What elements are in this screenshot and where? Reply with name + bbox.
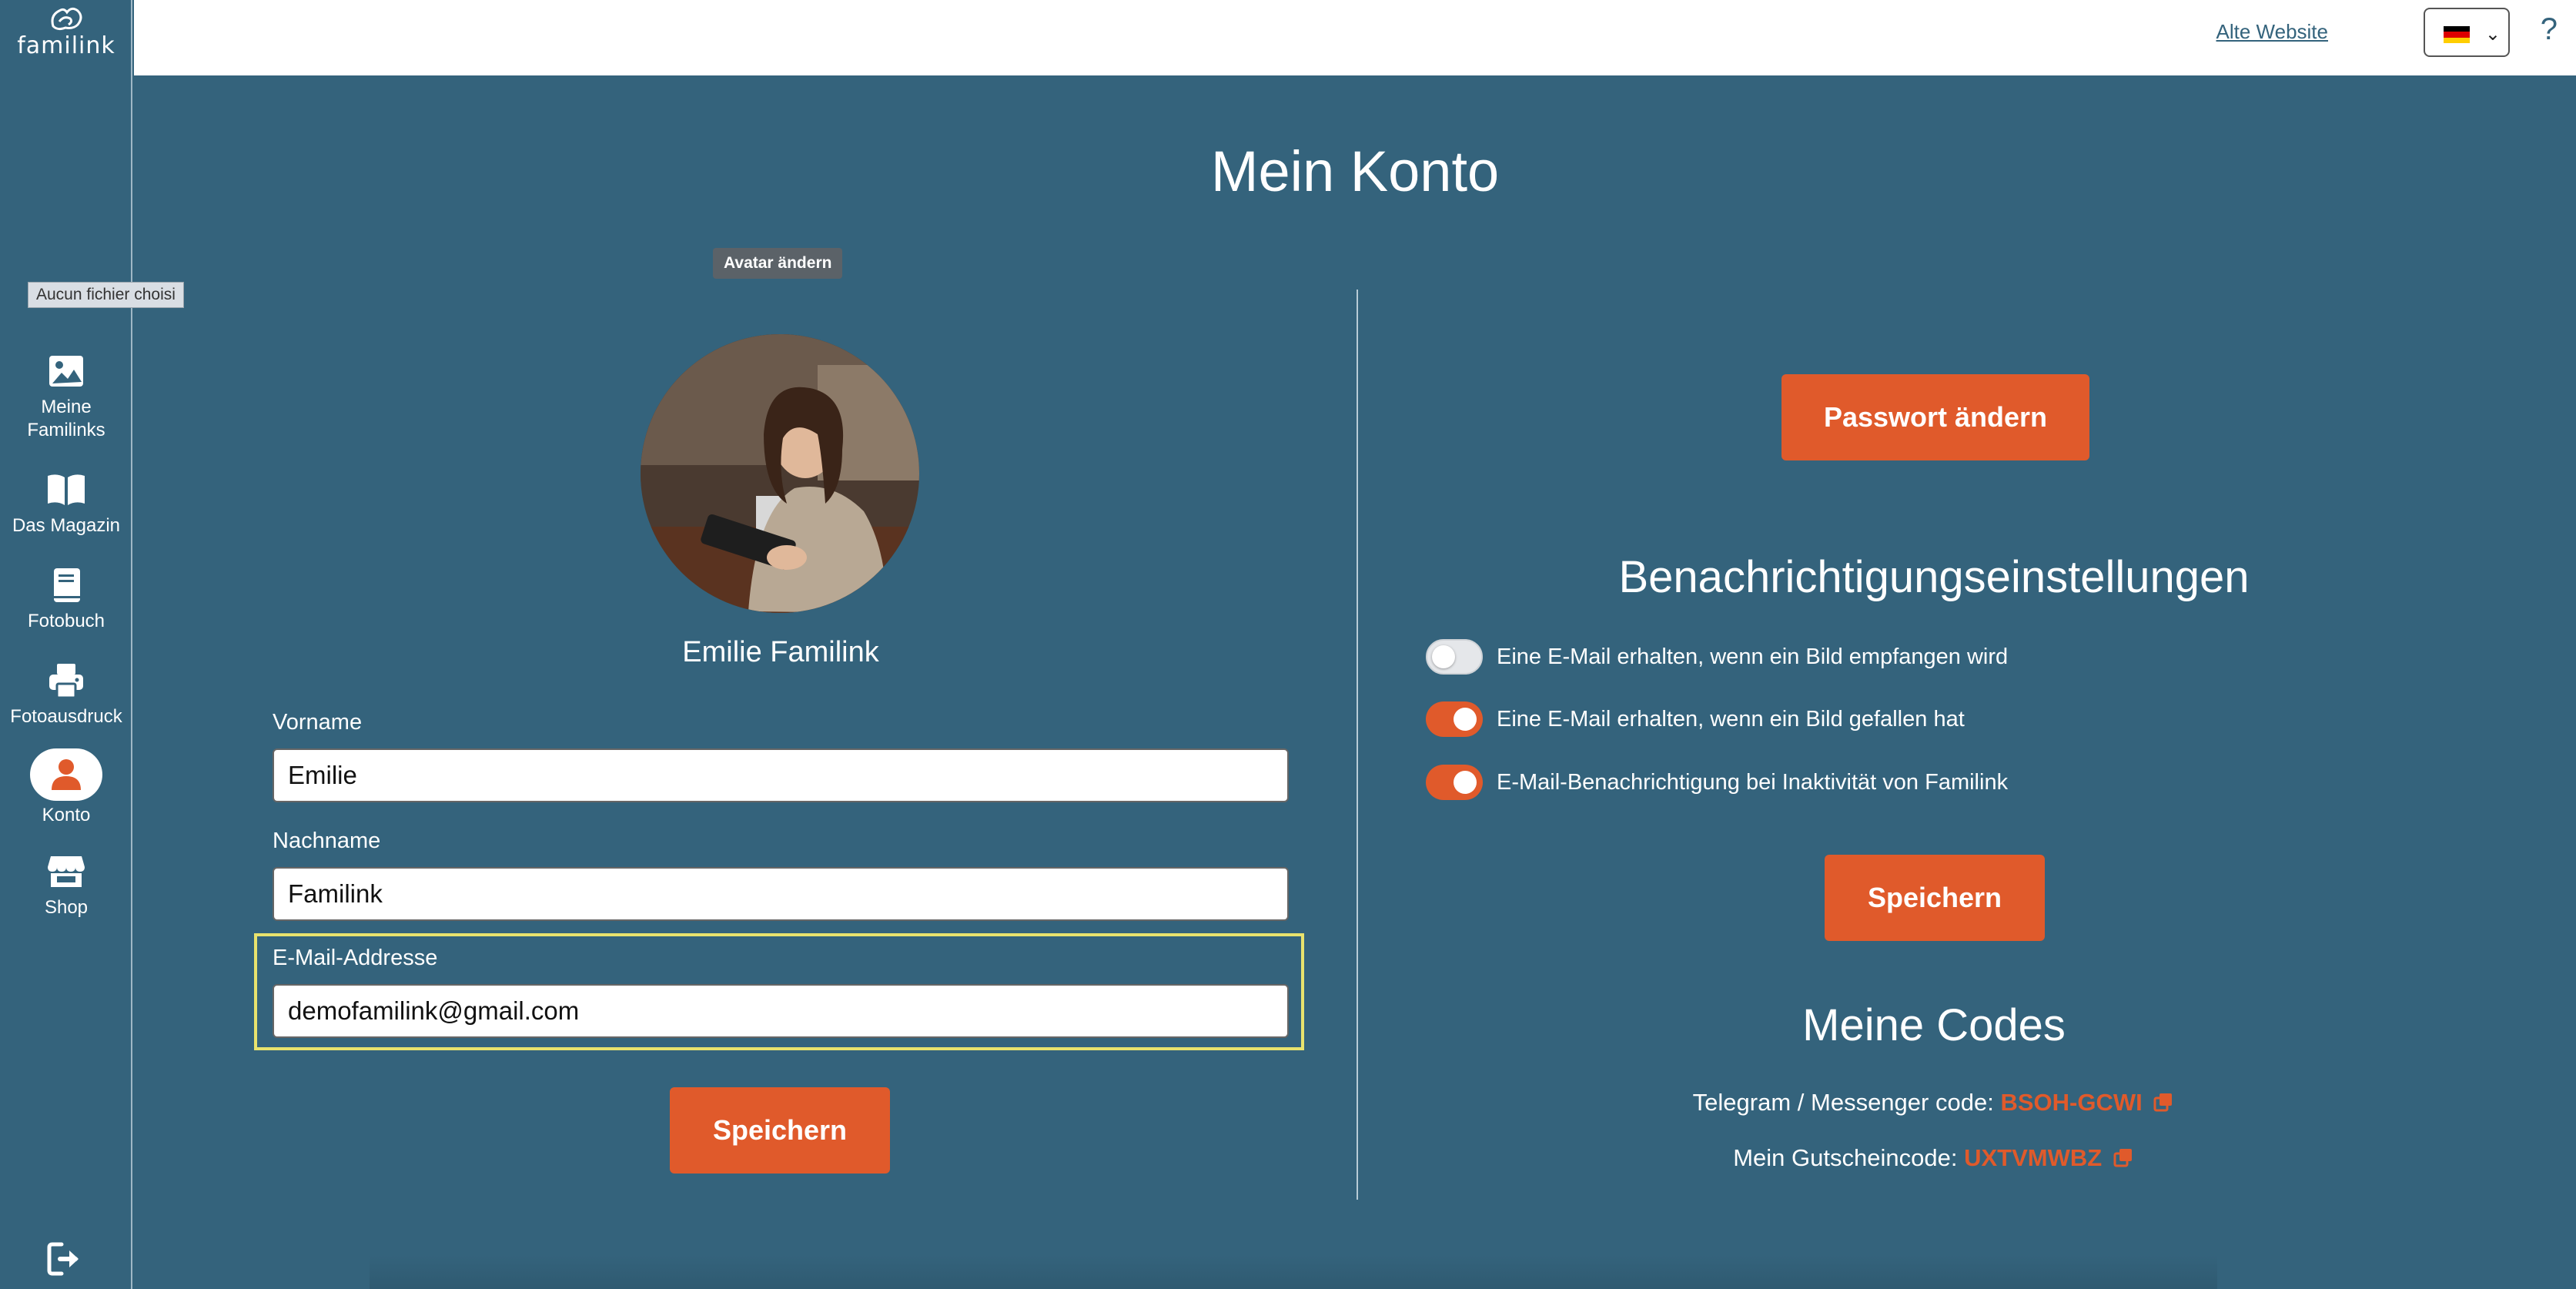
book-icon [54, 568, 80, 602]
email-label: E-Mail-Addresse [273, 946, 438, 970]
notification-toggle[interactable] [1426, 765, 1483, 800]
old-website-link[interactable]: Alte Website [2216, 20, 2328, 44]
sidebar-item-label: Familinks [27, 420, 105, 440]
logo-text: familink [17, 32, 115, 59]
store-icon [48, 856, 85, 887]
voucher-code-value[interactable]: UXTVMWBZ [1964, 1144, 2102, 1171]
last-name-label: Nachname [273, 829, 381, 853]
language-select[interactable]: ⌄ [2424, 8, 2510, 57]
voucher-code-row: Mein Gutscheincode: UXTVMWBZ [1358, 1144, 2510, 1172]
help-icon[interactable]: ? [2541, 12, 2558, 47]
sidebar-item-label: Konto [42, 805, 91, 825]
notification-toggle-label: E-Mail-Benachrichtigung bei Inaktivität … [1497, 769, 2009, 795]
bottom-shadow [370, 1255, 2217, 1289]
change-password-button[interactable]: Passwort ändern [1781, 374, 2089, 460]
email-field[interactable]: demofamilink@gmail.com [273, 984, 1289, 1038]
sidebar-item-das-magazin[interactable]: Das Magazin [0, 470, 132, 537]
chevron-down-icon: ⌄ [2484, 24, 2501, 45]
column-divider [1357, 290, 1358, 1200]
sidebar-item-label: Fotoausdruck [10, 706, 122, 727]
sidebar-item-fotoausdruck[interactable]: Fotoausdruck [0, 661, 132, 728]
notification-toggle-row: Eine E-Mail erhalten, wenn ein Bild empf… [1426, 639, 2008, 675]
telegram-code-row: Telegram / Messenger code: BSOH-GCWI [1358, 1089, 2510, 1117]
first-name-field[interactable]: Emilie [273, 748, 1289, 802]
avatar-photo [641, 334, 919, 613]
sidebar-item-konto[interactable]: Konto [0, 748, 132, 827]
save-notifications-button[interactable]: Speichern [1825, 855, 2045, 941]
familink-logo-icon [51, 7, 82, 31]
profile-full-name: Emilie Familink [682, 636, 879, 668]
sidebar-item-label: Meine [41, 397, 92, 417]
printer-icon [49, 664, 83, 699]
copy-icon[interactable] [2152, 1090, 2175, 1113]
avatar[interactable] [641, 334, 919, 613]
sidebar-item-shop[interactable]: Shop [0, 852, 132, 919]
sidebar-item-meine-familinks[interactable]: Meine Familinks [0, 351, 132, 442]
sidebar: familink Aucun fichier choisi Meine Fami… [0, 0, 184, 1289]
notification-toggle-label: Eine E-Mail erhalten, wenn ein Bild gefa… [1497, 706, 1965, 732]
codes-title: Meine Codes [1802, 1000, 2066, 1050]
page-title: Mein Konto [1210, 139, 1500, 203]
telegram-code-value[interactable]: BSOH-GCWI [2000, 1089, 2142, 1116]
voucher-code-label: Mein Gutscheincode: [1733, 1144, 1958, 1171]
familink-logo[interactable]: familink [0, 5, 132, 59]
first-name-label: Vorname [273, 710, 363, 735]
change-avatar-button[interactable]: Avatar ändern [713, 248, 843, 279]
sidebar-item-label: Fotobuch [27, 611, 105, 631]
active-indicator [30, 748, 102, 801]
sidebar-item-label: Das Magazin [12, 515, 121, 536]
copy-icon[interactable] [2112, 1146, 2135, 1169]
sidebar-item-label: Shop [44, 897, 89, 918]
german-flag-icon [2444, 26, 2470, 43]
file-input-tooltip: Aucun fichier choisi [28, 282, 184, 308]
notifications-title: Benachrichtigungseinstellungen [1618, 552, 2250, 602]
user-icon [52, 759, 81, 790]
book-open-icon [48, 474, 85, 505]
last-name-field[interactable]: Familink [273, 867, 1289, 921]
notification-toggle[interactable] [1426, 639, 1483, 675]
notification-toggle[interactable] [1426, 701, 1483, 737]
notification-toggle-row: Eine E-Mail erhalten, wenn ein Bild gefa… [1426, 701, 1965, 737]
image-icon [49, 356, 83, 387]
notification-toggle-label: Eine E-Mail erhalten, wenn ein Bild empf… [1497, 644, 2009, 669]
logout-icon[interactable] [45, 1240, 88, 1278]
top-bar: Alte Website ⌄ ? [134, 0, 2576, 75]
save-profile-button[interactable]: Speichern [670, 1087, 890, 1173]
sidebar-item-fotobuch[interactable]: Fotobuch [0, 565, 132, 633]
telegram-code-label: Telegram / Messenger code: [1692, 1089, 1994, 1116]
notification-toggle-row: E-Mail-Benachrichtigung bei Inaktivität … [1426, 765, 2008, 800]
